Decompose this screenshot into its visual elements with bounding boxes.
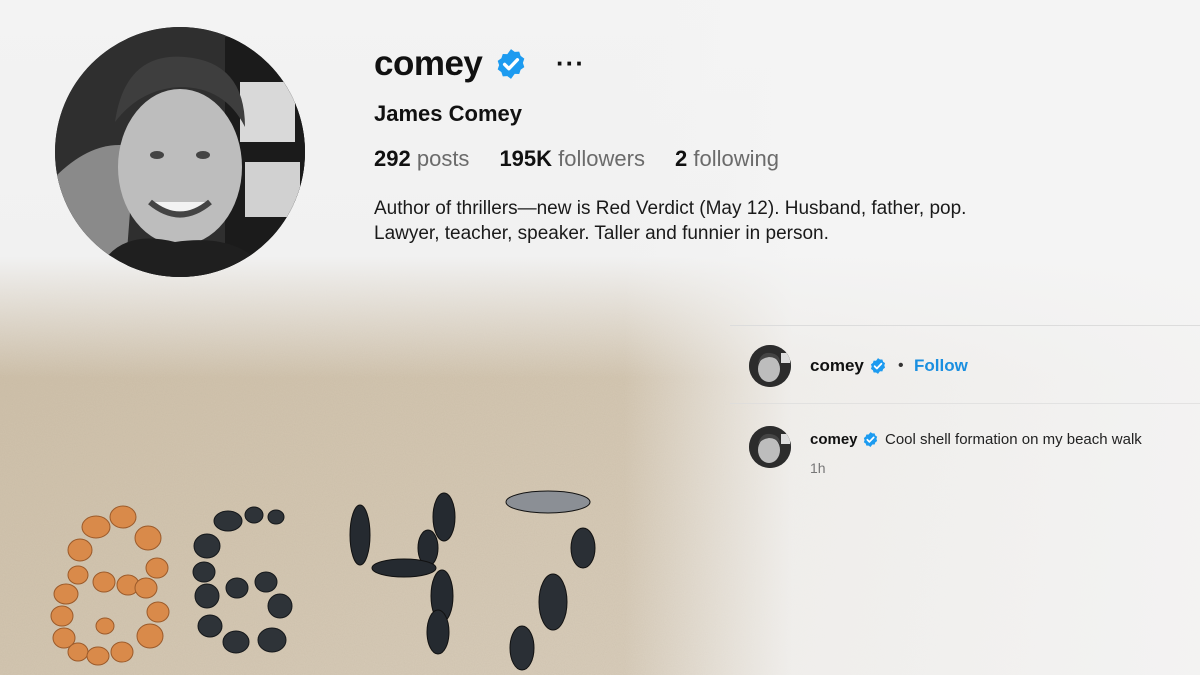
profile-stats: 292 posts 195K followers 2 following — [374, 146, 779, 172]
profile-photo — [55, 27, 305, 277]
stat-label: followers — [558, 146, 645, 171]
profile-display-name: James Comey — [374, 101, 522, 126]
avatar-photo — [749, 426, 791, 468]
stat-value: 292 — [374, 146, 411, 171]
caption-author-username[interactable]: comey — [810, 431, 858, 448]
verified-badge-icon — [870, 358, 886, 374]
followers-count[interactable]: 195K followers — [499, 146, 645, 172]
caption-author-avatar[interactable] — [749, 426, 791, 468]
post-caption: Cool shell formation on my beach walk — [885, 431, 1142, 448]
stat-label: posts — [416, 146, 470, 171]
divider — [730, 403, 1200, 404]
divider — [730, 325, 1200, 326]
profile-username: comey — [374, 44, 483, 83]
follow-button[interactable]: Follow — [914, 356, 968, 376]
more-options-icon[interactable]: ··· — [556, 48, 585, 79]
post-author-avatar[interactable] — [749, 345, 791, 387]
post-author-username[interactable]: comey — [810, 356, 864, 376]
following-count[interactable]: 2 following — [675, 146, 779, 172]
avatar-photo — [749, 345, 791, 387]
stat-value: 195K — [499, 146, 553, 171]
verified-badge-icon — [497, 49, 525, 79]
stat-value: 2 — [674, 146, 688, 171]
stat-label: following — [693, 146, 779, 171]
profile-avatar[interactable] — [55, 27, 305, 277]
profile-bio: Author of thrillers—new is Red Verdict (… — [374, 198, 967, 244]
verified-badge-icon — [863, 432, 878, 447]
separator-dot: • — [898, 357, 904, 374]
posts-count[interactable]: 292 posts — [374, 146, 469, 172]
post-timestamp: 1h — [810, 460, 826, 476]
